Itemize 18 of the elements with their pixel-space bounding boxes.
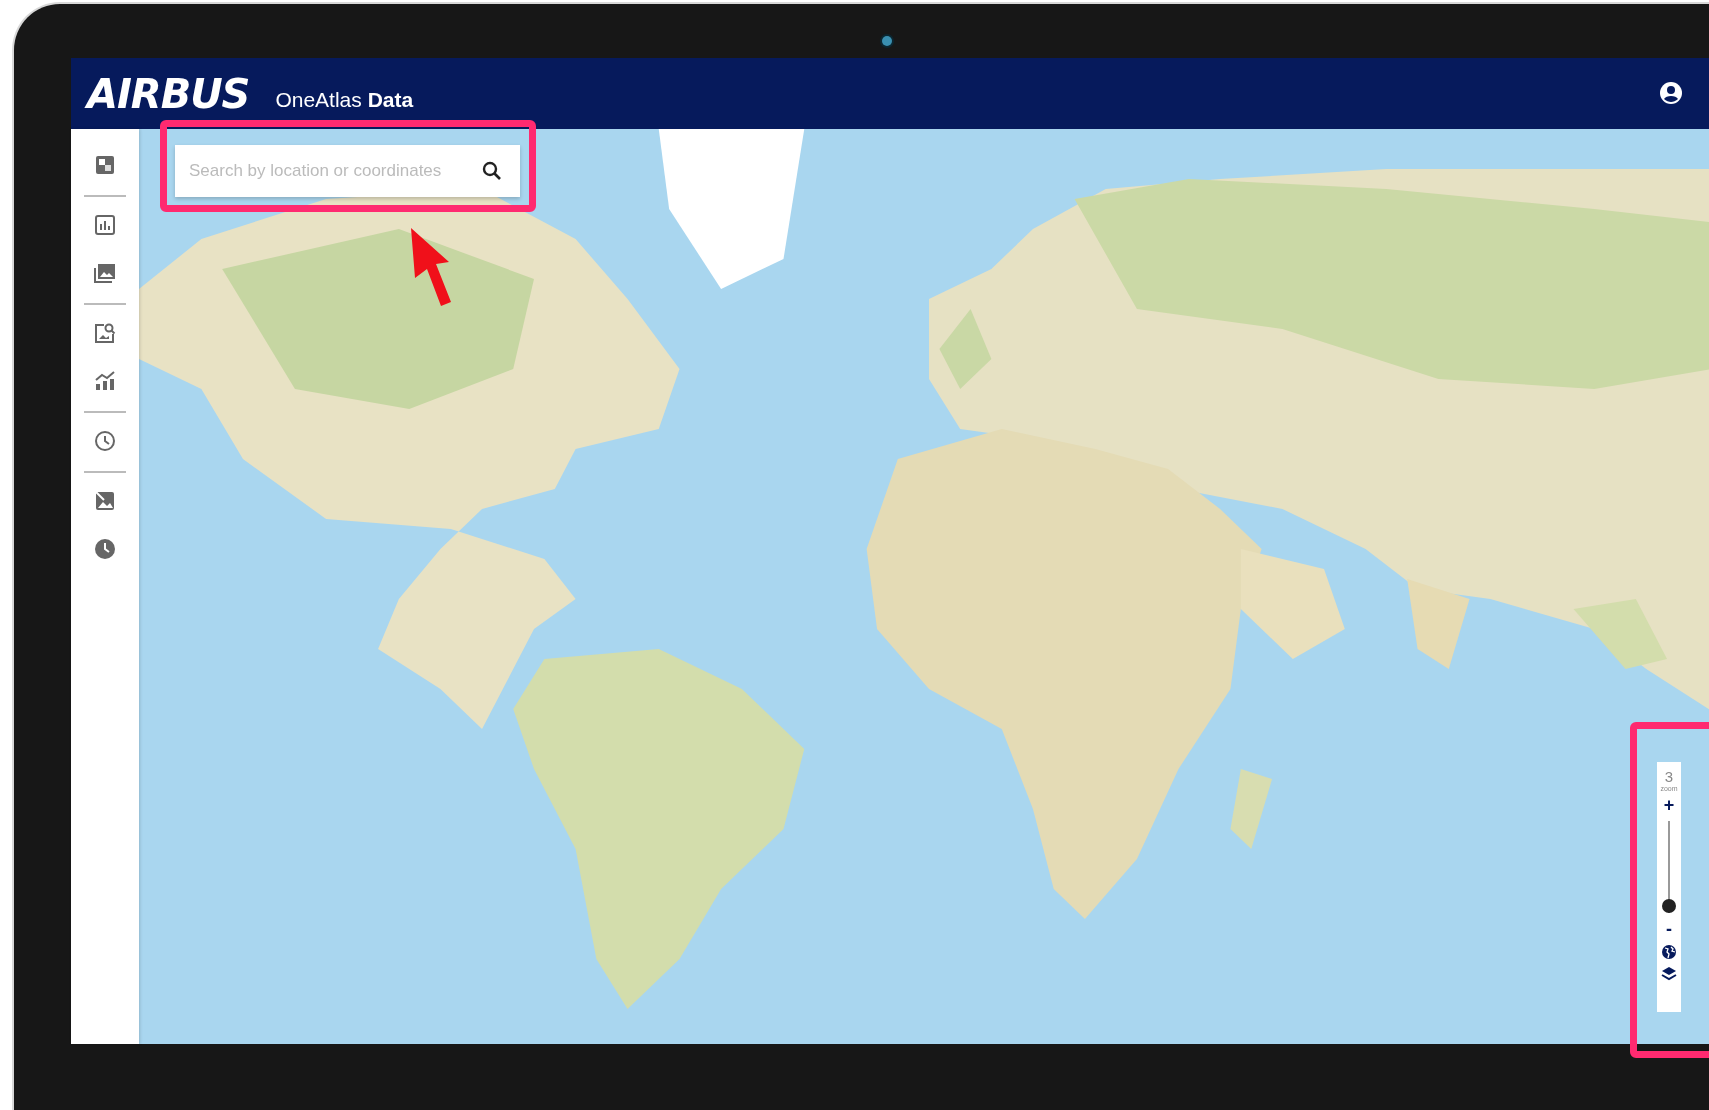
search-field[interactable]: Search by location or coordinates bbox=[175, 145, 520, 197]
squares-icon[interactable] bbox=[93, 153, 117, 177]
zoom-out-button[interactable]: - bbox=[1666, 920, 1672, 938]
layers-icon[interactable] bbox=[1661, 966, 1677, 982]
clock-icon[interactable] bbox=[93, 537, 117, 561]
image-icon[interactable] bbox=[93, 489, 117, 513]
slider-thumb[interactable] bbox=[1662, 898, 1676, 913]
clock-icon[interactable] bbox=[93, 429, 117, 453]
zoom-level: 3 bbox=[1664, 768, 1674, 785]
product-name: OneAtlas Data bbox=[275, 87, 414, 112]
image-folder-icon[interactable] bbox=[93, 261, 117, 285]
image-search-icon[interactable] bbox=[93, 321, 117, 345]
trend-chart-icon[interactable] bbox=[93, 369, 117, 393]
user-icon[interactable] bbox=[1659, 81, 1683, 105]
camera-icon bbox=[882, 36, 892, 46]
bar-chart-icon[interactable] bbox=[93, 213, 117, 237]
globe-icon[interactable] bbox=[1661, 944, 1677, 960]
zoom-in-button[interactable]: + bbox=[1663, 796, 1675, 814]
